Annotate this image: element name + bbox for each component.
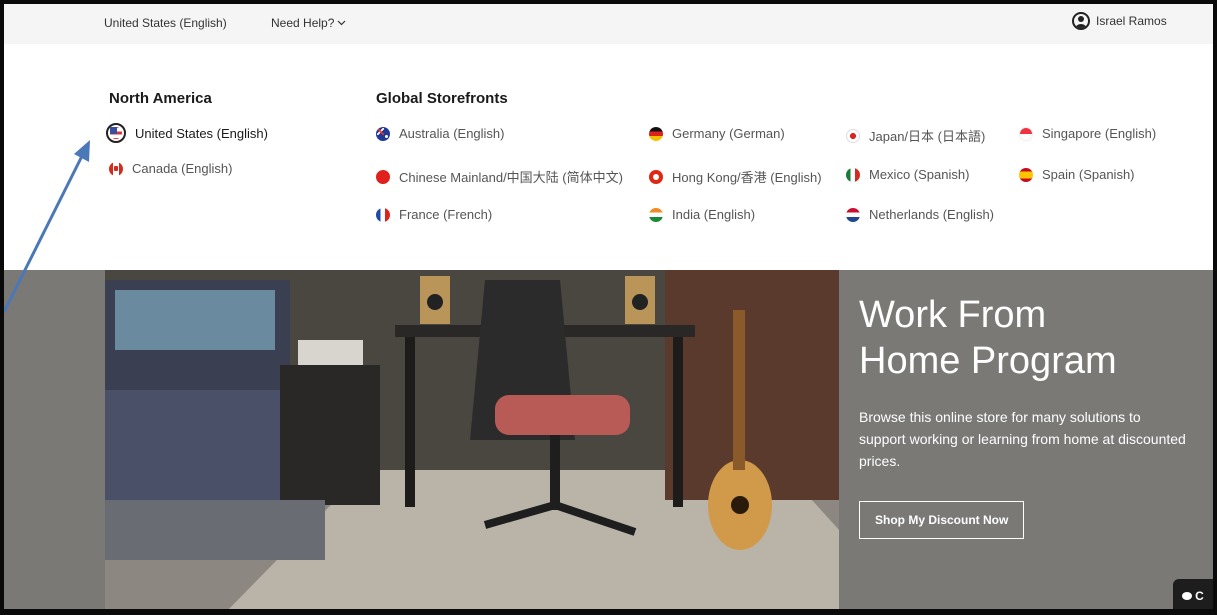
shop-discount-button[interactable]: Shop My Discount Now	[859, 501, 1025, 539]
locale-mexico[interactable]: Mexico (Spanish)	[846, 167, 969, 182]
locale-chinese-mainland[interactable]: Chinese Mainland/中国大陆 (简体中文)	[376, 167, 623, 186]
locale-singapore[interactable]: Singapore (English)	[1019, 126, 1156, 141]
locale-france[interactable]: France (French)	[376, 207, 492, 222]
hero-title: Work From Home Program	[859, 294, 1117, 382]
singapore-flag-icon	[1019, 126, 1033, 141]
hero-banner: Work From Home Program Browse this onlin…	[4, 270, 1213, 609]
browser-frame: United States (English) Need Help? Israe…	[0, 0, 1217, 615]
locale-germany[interactable]: Germany (German)	[649, 126, 785, 141]
chat-button[interactable]: C	[1173, 579, 1213, 609]
locale-selector[interactable]: United States (English)	[104, 16, 227, 30]
locale-dropdown-panel: North America United States (English) Ca…	[4, 44, 1213, 270]
hero-description: Browse this online store for many soluti…	[859, 409, 1186, 469]
canada-flag-icon	[109, 161, 123, 176]
utility-bar: United States (English) Need Help? Israe…	[4, 4, 1213, 44]
locale-australia[interactable]: Australia (English)	[376, 126, 505, 141]
hong-kong-flag-icon	[649, 169, 663, 184]
us-flag-icon	[106, 123, 126, 143]
locale-canada[interactable]: Canada (English)	[109, 161, 232, 176]
locale-japan[interactable]: Japan/日本 (日本語)	[846, 126, 985, 145]
chat-bubble-icon	[1182, 592, 1193, 600]
china-flag-icon	[376, 169, 390, 184]
mexico-flag-icon	[846, 167, 860, 182]
india-flag-icon	[649, 207, 663, 222]
chevron-down-icon	[337, 20, 346, 26]
need-help-menu[interactable]: Need Help?	[271, 16, 346, 30]
locale-india[interactable]: India (English)	[649, 207, 755, 222]
north-america-heading: North America	[109, 90, 212, 107]
spain-flag-icon	[1019, 167, 1033, 182]
global-storefronts-heading: Global Storefronts	[376, 90, 508, 107]
japan-flag-icon	[846, 128, 860, 143]
home-office-illustration	[105, 270, 839, 609]
france-flag-icon	[376, 207, 390, 222]
locale-netherlands[interactable]: Netherlands (English)	[846, 207, 994, 222]
australia-flag-icon	[376, 126, 390, 141]
need-help-label: Need Help?	[271, 16, 335, 30]
user-name: Israel Ramos	[1096, 14, 1167, 28]
netherlands-flag-icon	[846, 207, 860, 222]
user-avatar-icon	[1072, 12, 1090, 30]
user-account[interactable]: Israel Ramos	[1072, 12, 1167, 30]
work-from-home-photo	[105, 270, 839, 609]
germany-flag-icon	[649, 126, 663, 141]
locale-hong-kong[interactable]: Hong Kong/香港 (English)	[649, 167, 822, 186]
locale-united-states[interactable]: United States (English)	[106, 123, 268, 143]
locale-spain[interactable]: Spain (Spanish)	[1019, 167, 1135, 182]
